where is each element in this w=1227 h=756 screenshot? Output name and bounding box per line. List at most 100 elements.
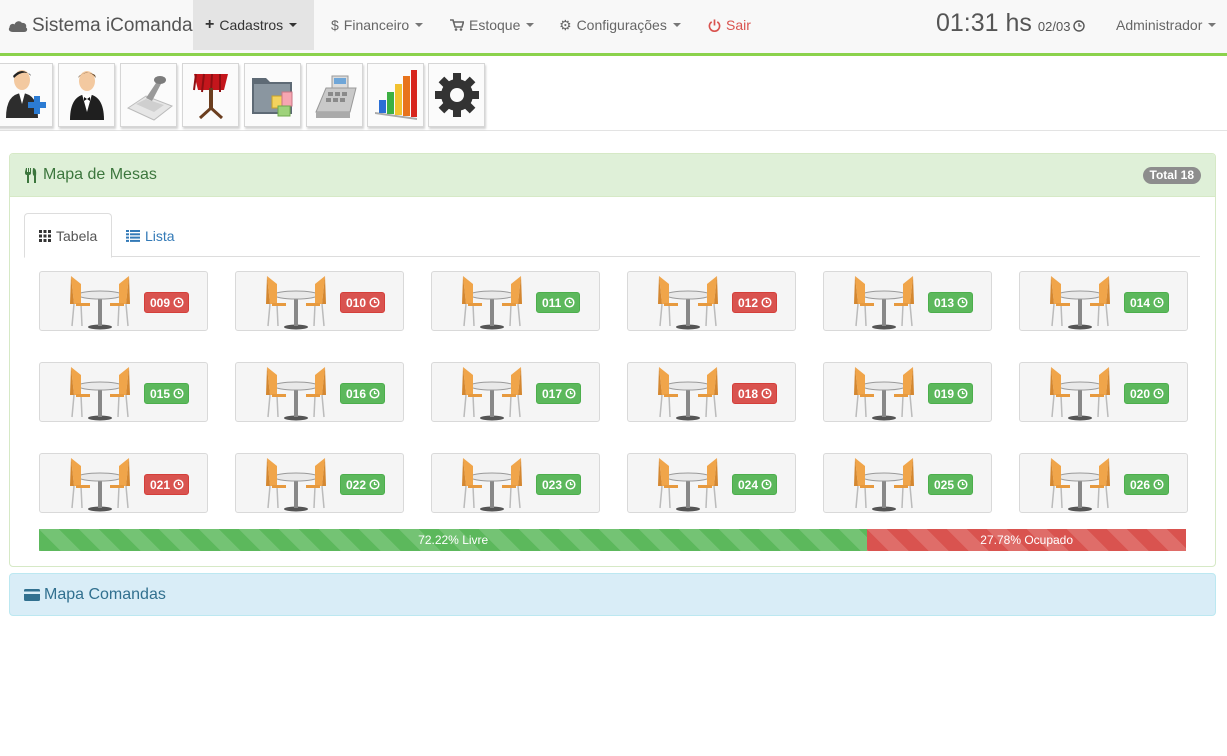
mesa-number: 024 [738,477,759,492]
cutlery-icon [25,167,37,183]
cloud-icon [8,21,28,32]
menu-configuracoes[interactable]: ⚙ Configurações [547,0,693,50]
mesa-tile-024[interactable]: 024 [627,453,796,513]
mesa-tile-013[interactable]: 013 [823,271,992,331]
menu-estoque[interactable]: Estoque [438,0,546,50]
mesa-tile-026[interactable]: 026 [1019,453,1188,513]
toolbar-table-button[interactable] [182,63,239,127]
mesa-tile-014[interactable]: 014 [1019,271,1188,331]
user-menu[interactable]: Administrador [1116,0,1217,50]
mesas-panel-title-text: Mapa de Mesas [43,166,157,183]
chevron-down-icon [289,23,298,27]
mesa-number: 013 [934,295,955,310]
mesa-tile-012[interactable]: 012 [627,271,796,331]
mesa-tile-017[interactable]: 017 [431,362,600,422]
table-icon [192,73,228,120]
mesa-number-badge: 020 [1124,383,1170,404]
menu-sair[interactable]: Sair [696,0,763,50]
mesa-number: 023 [542,477,563,492]
list-icon [126,229,140,242]
tab-tabela-label: Tabela [56,227,98,244]
mesa-number-badge: 012 [732,292,778,313]
table-chairs-icon [462,458,522,512]
mesa-tile-020[interactable]: 020 [1019,362,1188,422]
mesa-number-badge: 024 [732,474,778,495]
clock-icon [369,479,380,490]
mesa-number-badge: 025 [928,474,974,495]
dollar-icon: $ [331,17,339,33]
mesa-tile-010[interactable]: 010 [235,271,404,331]
occupancy-progress: 72.22% Livre 27.78% Ocupado [39,529,1186,551]
user-add-icon [5,70,46,118]
menu-financeiro[interactable]: $ Financeiro [319,0,435,50]
progress-livre: 72.22% Livre [39,529,868,551]
toolbar-settings-button[interactable] [428,63,485,127]
menu-sair-label: Sair [726,17,751,33]
cart-icon [450,19,464,31]
folder-icon [251,78,292,117]
table-chairs-icon [1050,458,1110,512]
mesas-panel: Mapa de Mesas Total 18 Tabela Lista 009 … [9,153,1216,567]
clock-icon [369,388,380,399]
toolbar-products-button[interactable] [244,63,301,127]
table-chairs-icon [266,458,326,512]
table-chairs-icon [854,367,914,421]
table-chairs-icon [1050,367,1110,421]
table-chairs-icon [266,367,326,421]
mesa-number-badge: 015 [144,383,190,404]
tab-tabela[interactable]: Tabela [24,213,113,258]
toolbar-waiter-button[interactable] [58,63,115,127]
clock-icon [1153,297,1164,308]
mesa-tile-023[interactable]: 023 [431,453,600,513]
clock-icon [1073,20,1086,32]
mesa-number-badge: 010 [340,292,386,313]
mesa-tile-016[interactable]: 016 [235,362,404,422]
mesa-tile-021[interactable]: 021 [39,453,208,513]
brand[interactable]: Sistema iComanda [8,13,193,39]
comandas-panel[interactable]: Mapa Comandas [9,573,1216,616]
toolbar-cash-register-button[interactable] [306,63,363,127]
clock-icon [761,388,772,399]
clock-icon [173,388,184,399]
clock-icon [173,479,184,490]
mesa-number-badge: 023 [536,474,582,495]
clock-icon [957,297,968,308]
mesa-number-badge: 016 [340,383,386,404]
total-badge: Total 18 [1142,167,1201,184]
comandas-panel-title-text: Mapa Comandas [44,586,166,603]
mesa-number: 015 [150,386,171,401]
table-chairs-icon [658,458,718,512]
menu-financeiro-label: Financeiro [343,17,410,33]
table-chairs-icon [70,367,130,421]
mesa-tile-011[interactable]: 011 [431,271,600,331]
credit-card-icon [24,589,40,601]
mesa-number-badge: 013 [928,292,974,313]
view-tabs: Tabela Lista [24,213,1200,258]
table-chairs-icon [1050,276,1110,330]
chevron-down-icon [672,23,681,27]
mesa-tile-018[interactable]: 018 [627,362,796,422]
mesas-panel-title: Mapa de Mesas [24,166,157,184]
mesa-tile-009[interactable]: 009 [39,271,208,331]
menu-cadastros[interactable]: + Cadastros [193,0,314,50]
table-chairs-icon [854,458,914,512]
mesa-number: 010 [346,295,367,310]
toolbar-stamp-button[interactable] [120,63,177,127]
shortcut-toolbar [0,59,1227,131]
clock-icon [173,297,184,308]
table-chairs-icon [462,367,522,421]
mesa-number-badge: 014 [1124,292,1170,313]
toolbar-reports-button[interactable] [367,63,424,127]
tab-lista[interactable]: Lista [112,213,189,258]
gear-icon: ⚙ [559,16,572,33]
mesa-number: 020 [1130,386,1151,401]
mesa-number-badge: 018 [732,383,778,404]
table-chairs-icon [266,276,326,330]
clock-time: 01:31 hs [936,9,1032,37]
mesa-tile-025[interactable]: 025 [823,453,992,513]
power-icon [708,18,721,32]
mesa-tile-022[interactable]: 022 [235,453,404,513]
toolbar-add-client-button[interactable] [0,63,53,127]
mesa-tile-019[interactable]: 019 [823,362,992,422]
mesa-tile-015[interactable]: 015 [39,362,208,422]
